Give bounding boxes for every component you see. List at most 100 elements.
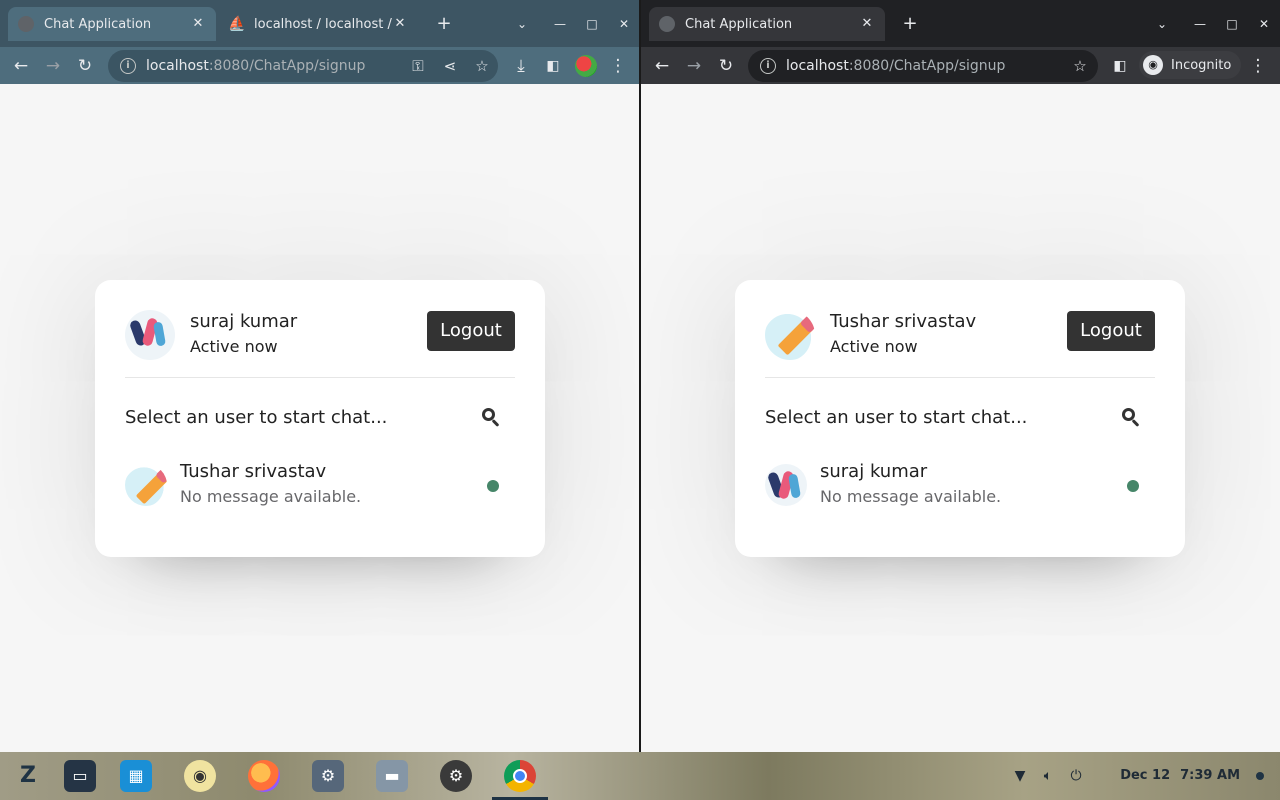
files-icon[interactable]: ▬ [376,760,408,792]
clock[interactable]: Dec 12 7:39 AM [1110,766,1240,786]
current-user-status: Active now [830,337,918,356]
user-avatar [765,310,815,360]
reload-icon[interactable]: ↻ [713,53,739,79]
new-tab-icon[interactable]: + [897,11,923,37]
zorin-menu-icon[interactable]: Z [12,760,44,792]
address-bar[interactable]: i localhost:8080/ChatApp/signup ☆ [748,50,1098,82]
search-icon[interactable] [1121,407,1143,429]
chrome-icon[interactable] [504,760,536,792]
close-window-icon[interactable]: ✕ [611,11,637,37]
logout-button[interactable]: Logout [1067,311,1155,351]
menu-icon[interactable]: ⋮ [1245,53,1271,79]
browser-toolbar: ← → ↻ i localhost:8080/ChatApp/signup ☆ … [641,47,1280,84]
system-tool-icon[interactable]: ⚙ [440,760,472,792]
bookmark-star-icon[interactable]: ☆ [470,53,494,79]
user-avatar [125,464,167,506]
tab-search-icon[interactable]: ⌄ [1149,11,1175,37]
tab-strip: Chat Application ✕ ⛵ localhost / localho… [0,0,639,47]
browser-toolbar: ← → ↻ i localhost:8080/ChatApp/signup ⚿ … [0,47,639,84]
software-store-icon[interactable]: ▦ [120,760,152,792]
search-prompt: Select an user to start chat... [125,407,388,428]
phpmyadmin-icon: ⛵ [228,16,246,32]
site-info-icon[interactable]: i [120,58,136,74]
tab-phpmyadmin[interactable]: ⛵ localhost / localhost / ✕ [218,7,418,41]
card-header: suraj kumar Active now Logout [125,310,515,378]
tab-chat-application[interactable]: Chat Application ✕ [8,7,216,41]
logout-button[interactable]: Logout [427,311,515,351]
share-icon[interactable]: ⋖ [438,53,462,79]
address-bar[interactable]: i localhost:8080/ChatApp/signup ⚿ ⋖ ☆ [108,50,498,82]
close-icon[interactable]: ✕ [190,16,206,32]
bookmark-star-icon[interactable]: ☆ [1068,53,1092,79]
tab-strip: Chat Application ✕ + ⌄ — □ ✕ [641,0,1280,47]
download-icon[interactable]: ⤓ [508,53,534,79]
site-info-icon[interactable]: i [760,58,776,74]
minimize-icon[interactable]: — [547,11,573,37]
reload-icon[interactable]: ↻ [72,53,98,79]
user-avatar [765,464,807,506]
key-icon[interactable]: ⚿ [406,53,430,79]
rhythmbox-icon[interactable]: ◉ [184,760,216,792]
chat-users-card: suraj kumar Active now Logout Select an … [95,280,545,557]
close-icon[interactable]: ✕ [392,16,408,32]
online-status-dot [487,480,499,492]
side-panel-icon[interactable]: ◧ [540,53,566,79]
search-icon[interactable] [481,407,503,429]
wifi-icon[interactable]: ▼ [1010,766,1030,786]
globe-icon [659,16,675,32]
incognito-label: Incognito [1171,57,1232,73]
incognito-indicator[interactable]: ◉ Incognito [1139,51,1242,79]
url-path: :8080/ChatApp/signup [848,58,1006,74]
minimize-icon[interactable]: — [1187,11,1213,37]
user-last-message: No message available. [180,487,362,506]
url-host: localhost [786,58,849,74]
back-icon[interactable]: ← [649,53,675,79]
tab-chat-application[interactable]: Chat Application ✕ [649,7,885,41]
chat-users-card: Tushar srivastav Active now Logout Selec… [735,280,1185,557]
maximize-icon[interactable]: □ [579,11,605,37]
url-host: localhost [146,58,209,74]
close-window-icon[interactable]: ✕ [1251,11,1277,37]
forward-icon[interactable]: → [40,53,66,79]
maximize-icon[interactable]: □ [1219,11,1245,37]
current-user-status: Active now [190,337,278,356]
notification-dot-icon[interactable] [1256,772,1264,780]
time: 7:39 AM [1180,768,1240,783]
tab-title: localhost / localhost / [254,16,392,32]
user-last-message: No message available. [820,487,1002,506]
card-header: Tushar srivastav Active now Logout [765,310,1155,378]
power-icon[interactable]: ⏻ [1066,766,1086,786]
tab-title: Chat Application [44,16,152,32]
user-name: Tushar srivastav [180,461,327,482]
current-user-details: Tushar srivastav Active now [830,310,976,360]
current-user-name: suraj kumar [190,311,298,332]
close-icon[interactable]: ✕ [859,16,875,32]
menu-icon[interactable]: ⋮ [605,53,631,79]
user-list-item[interactable]: suraj kumar No message available. [765,461,1155,508]
user-list-item[interactable]: Tushar srivastav No message available. [125,461,515,508]
search-bar: Select an user to start chat... [765,405,1155,431]
online-status-dot [1127,480,1139,492]
firefox-icon[interactable] [248,760,280,792]
url-path: :8080/ChatApp/signup [208,58,366,74]
date: Dec 12 [1120,768,1171,783]
forward-icon[interactable]: → [681,53,707,79]
current-user-details: suraj kumar Active now [190,310,297,360]
side-panel-icon[interactable]: ◧ [1107,53,1133,79]
page-content: suraj kumar Active now Logout Select an … [0,84,639,752]
new-tab-icon[interactable]: + [431,11,457,37]
browser-window-left: Chat Application ✕ ⛵ localhost / localho… [0,0,639,752]
profile-avatar-icon[interactable] [575,55,597,77]
browser-window-right: Chat Application ✕ + ⌄ — □ ✕ ← → ↻ i loc… [641,0,1280,752]
search-bar: Select an user to start chat... [125,405,515,431]
volume-icon[interactable]: 🔈︎ [1038,766,1058,786]
page-content: Tushar srivastav Active now Logout Selec… [641,84,1280,752]
user-details: Tushar srivastav No message available. [180,459,361,509]
settings-icon[interactable]: ⚙ [312,760,344,792]
tab-search-icon[interactable]: ⌄ [509,11,535,37]
back-icon[interactable]: ← [8,53,34,79]
user-name: suraj kumar [820,461,928,482]
user-avatar [125,310,175,360]
incognito-icon: ◉ [1143,55,1163,75]
workspaces-icon[interactable]: ▭ [64,760,96,792]
